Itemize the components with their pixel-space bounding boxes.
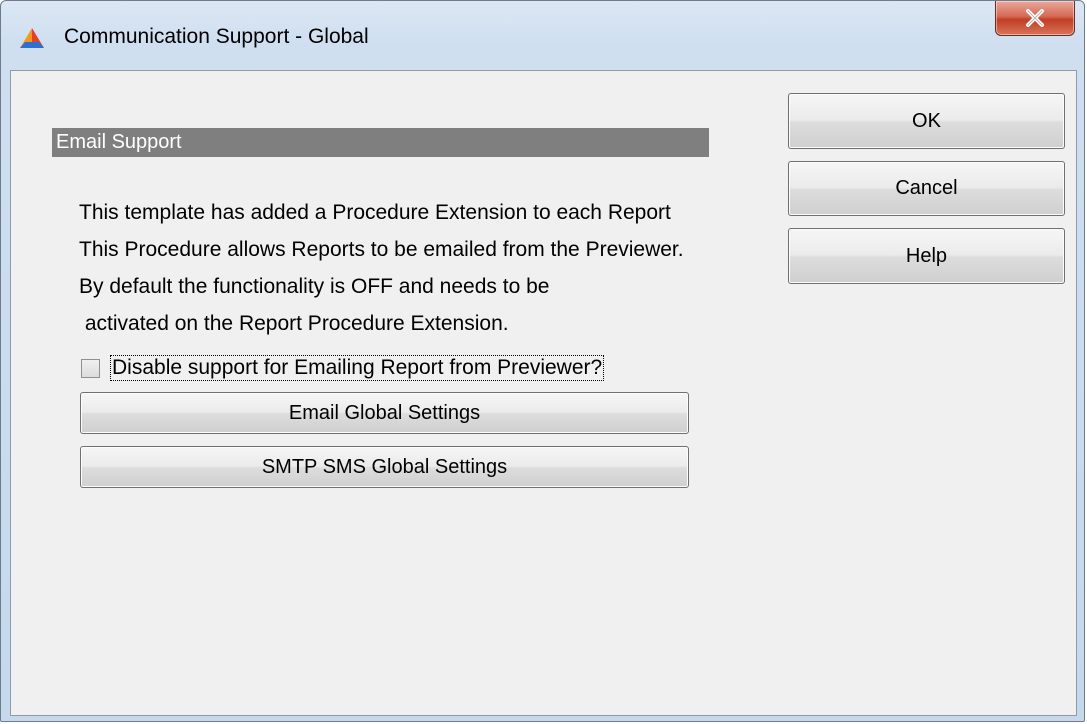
info-line-3: By default the functionality is OFF and … [79, 275, 550, 298]
title-bar[interactable]: Communication Support - Global [1, 1, 1084, 71]
ok-button[interactable]: OK [788, 93, 1065, 149]
disable-email-checkbox-label[interactable]: Disable support for Emailing Report from… [110, 355, 605, 381]
app-logo-icon [19, 27, 45, 49]
close-icon [1025, 9, 1045, 27]
smtp-sms-global-settings-button[interactable]: SMTP SMS Global Settings [80, 446, 689, 488]
help-button[interactable]: Help [788, 228, 1065, 284]
info-line-1: This template has added a Procedure Exte… [79, 201, 671, 224]
window-title: Communication Support - Global [64, 25, 369, 48]
disable-email-checkbox-row[interactable]: Disable support for Emailing Report from… [81, 355, 605, 381]
email-support-section-header: Email Support [52, 128, 709, 157]
close-button[interactable] [995, 1, 1075, 36]
disable-email-checkbox[interactable] [81, 358, 100, 378]
dialog-window: Communication Support - Global Email Sup… [0, 0, 1085, 722]
dialog-client-area: Email Support This template has added a … [10, 70, 1077, 716]
info-line-2: This Procedure allows Reports to be emai… [79, 238, 684, 261]
cancel-button[interactable]: Cancel [788, 161, 1065, 216]
email-global-settings-button[interactable]: Email Global Settings [80, 392, 689, 434]
info-line-4: activated on the Report Procedure Extens… [79, 312, 509, 335]
